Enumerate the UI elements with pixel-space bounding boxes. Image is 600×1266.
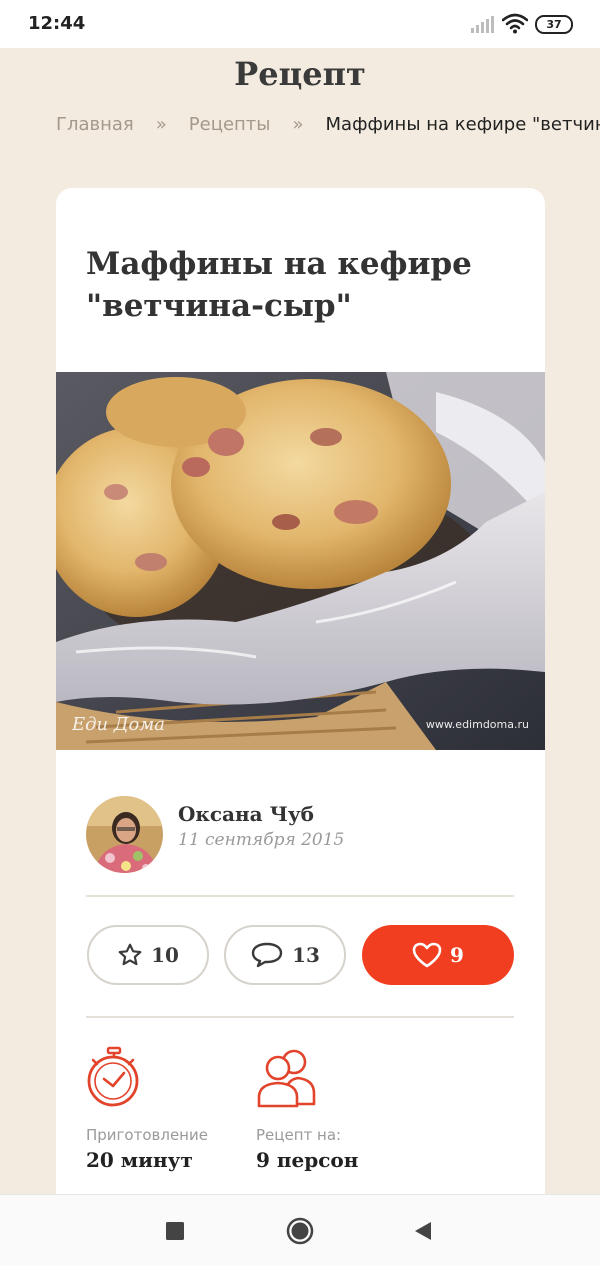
breadcrumb-separator: » (155, 114, 167, 135)
triangle-back-icon (415, 1222, 431, 1240)
divider (86, 1016, 514, 1018)
signal-icon (471, 16, 494, 33)
servings-label: Рецепт на: (256, 1126, 342, 1144)
photo-watermark-right: www.edimdoma.ru (426, 718, 529, 731)
like-button[interactable]: 9 (362, 925, 514, 985)
recipe-photo[interactable]: Еди Дома www.edimdoma.ru (56, 372, 545, 750)
recipe-card: Маффины на кефире "ветчина-сыр" Еди Дома… (56, 188, 545, 1228)
comment-count: 13 (292, 943, 320, 967)
circle-icon (286, 1217, 314, 1245)
breadcrumb: Главная » Рецепты » Маффины на кефире "ветчи… (56, 114, 600, 140)
author-name[interactable]: Оксана Чуб (178, 802, 314, 826)
favorite-count: 10 (151, 943, 179, 967)
cook-time-label: Приготовление (86, 1126, 208, 1144)
photo-watermark-left: Еди Дома (71, 714, 165, 735)
star-icon (118, 943, 142, 966)
wifi-icon (502, 13, 528, 34)
square-icon (166, 1222, 184, 1240)
recents-button[interactable] (140, 1195, 210, 1266)
back-button[interactable] (388, 1195, 458, 1266)
page-title: Рецепт (234, 55, 366, 93)
author-row[interactable]: Оксана Чуб 11 сентября 2015 (86, 794, 516, 874)
recipe-title: Маффины на кефире "ветчина-сыр" (86, 246, 472, 324)
comment-icon (251, 942, 283, 968)
stopwatch-icon (87, 1046, 139, 1107)
divider (86, 895, 514, 897)
favorite-button[interactable]: 10 (87, 925, 209, 985)
status-bar: 12:44 37 (0, 0, 600, 48)
home-button[interactable] (265, 1195, 335, 1266)
servings-value: 9 персон (256, 1148, 359, 1172)
breadcrumb-separator: » (292, 114, 304, 135)
breadcrumb-home[interactable]: Главная (56, 114, 134, 135)
breadcrumb-current: Маффины на кефире "ветчина-сыр" (325, 114, 600, 135)
cook-time-value: 20 минут (86, 1148, 193, 1172)
status-time: 12:44 (28, 13, 86, 34)
comments-button[interactable]: 13 (224, 925, 346, 985)
breadcrumb-recipes[interactable]: Рецепты (189, 114, 271, 135)
battery-icon: 37 (535, 15, 573, 34)
people-icon (257, 1049, 316, 1108)
publish-date: 11 сентября 2015 (178, 830, 345, 850)
navigation-bar (0, 1194, 600, 1266)
like-count: 9 (450, 943, 464, 967)
avatar[interactable] (86, 796, 163, 873)
heart-icon (412, 942, 442, 968)
